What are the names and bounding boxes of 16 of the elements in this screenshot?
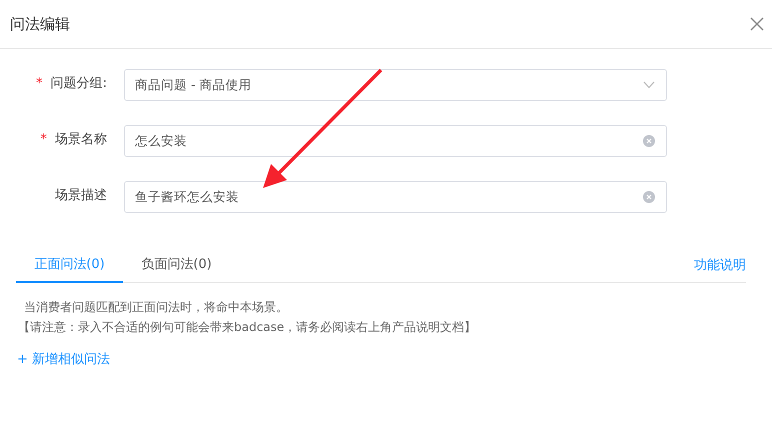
input-field[interactable]: 怎么安装 xyxy=(124,125,667,157)
clear-icon[interactable] xyxy=(643,135,655,147)
note-text: 当消费者问题匹配到正面问法时，将命中本场景。 xyxy=(23,299,289,316)
field-label: 场景名称 xyxy=(55,132,107,147)
required-mark: * xyxy=(40,132,47,147)
chevron-down-icon xyxy=(643,81,655,89)
tab[interactable]: 负面问法(0) xyxy=(123,247,230,283)
input-field[interactable]: 鱼子酱环怎么安装 xyxy=(124,181,667,213)
field-label: 问题分组: xyxy=(50,76,107,91)
required-mark: * xyxy=(36,76,42,91)
clear-icon[interactable] xyxy=(643,191,655,203)
close-icon[interactable] xyxy=(750,17,764,31)
field-label: 场景描述 xyxy=(55,188,107,203)
note-text: 【请注意：录入不合适的例句可能会带来badcase，请务必阅读右上角产品说明文档】 xyxy=(18,319,478,336)
window-title: 问法编辑 xyxy=(10,14,70,34)
group-select[interactable]: 商品问题 - 商品使用 xyxy=(124,69,667,101)
